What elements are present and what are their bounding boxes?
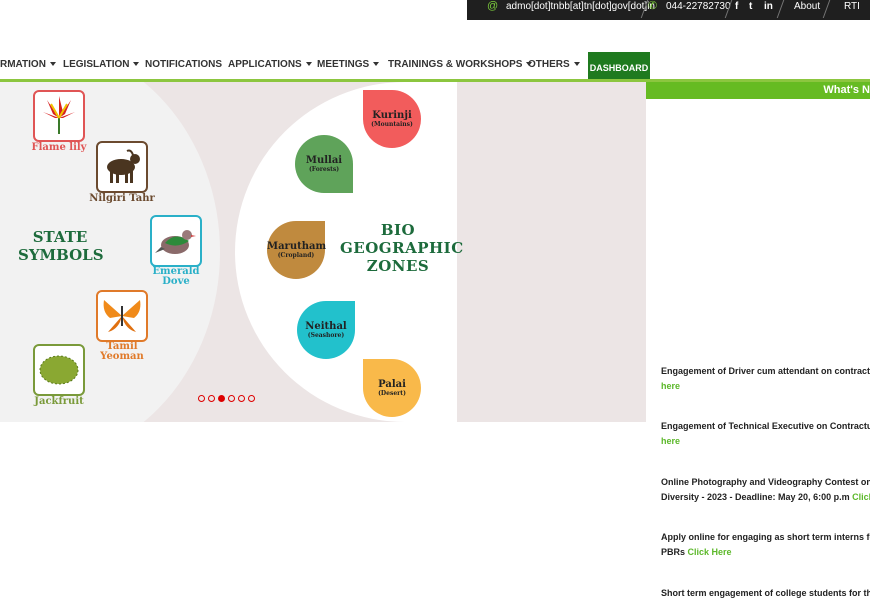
symbol-label: Jackfruit xyxy=(34,396,84,407)
twitter-icon[interactable]: t xyxy=(749,0,752,20)
news-item[interactable]: Engagement of Technical Executive on Con… xyxy=(661,419,870,449)
zone-name: Marutham xyxy=(267,241,327,252)
news-link[interactable]: Click Here xyxy=(688,547,732,557)
nav-trainings-workshops[interactable]: TRAININGS & WORKSHOPS xyxy=(388,59,533,70)
at-icon: @ xyxy=(487,0,499,12)
bio-geographic-zones-title: BIO GEOGRAPHIC ZONES xyxy=(340,221,464,275)
whats-new-header: What's N xyxy=(646,82,870,99)
news-link[interactable]: here xyxy=(661,381,680,391)
zone-name: Mullai xyxy=(305,155,343,166)
phone-icon: ✆ xyxy=(648,0,658,12)
facebook-icon[interactable]: f xyxy=(735,0,738,20)
slider-dot-6[interactable] xyxy=(248,395,255,402)
divider xyxy=(776,0,785,18)
zone-name: Palai xyxy=(378,379,406,390)
zone-name: Neithal xyxy=(305,321,347,332)
zone-sub: (Forests) xyxy=(308,166,340,173)
symbol-tamil-yeoman: Tamil Yeoman xyxy=(92,290,152,362)
zone-name: Kurinji xyxy=(372,110,412,121)
slider-dot-5[interactable] xyxy=(238,395,245,402)
about-link[interactable]: About xyxy=(794,0,820,20)
nav-legislation[interactable]: LEGISLATION xyxy=(63,59,140,70)
zone-neithal: Neithal (Seashore) xyxy=(297,301,355,359)
news-text: Apply online for engaging as short term … xyxy=(661,532,870,542)
slider-dot-4[interactable] xyxy=(228,395,235,402)
rti-link[interactable]: RTI xyxy=(844,0,860,20)
top-contact-bar: @ admo[dot]tnbb[at]tn[dot]gov[dot]in ✆ 0… xyxy=(467,0,870,20)
hero-slider[interactable]: STATE SYMBOLS Flame lily Nilgiri Tahr Em… xyxy=(0,82,646,422)
caret-down-icon xyxy=(133,62,140,67)
nav-meetings[interactable]: MEETINGS xyxy=(317,59,380,70)
slider-dot-2[interactable] xyxy=(208,395,215,402)
caret-down-icon xyxy=(49,62,56,67)
news-item[interactable]: Short term engagement of college student… xyxy=(661,586,870,601)
symbol-jackfruit: Jackfruit xyxy=(26,344,92,407)
news-text: Engagement of Technical Executive on Con… xyxy=(661,421,870,431)
contact-email[interactable]: admo[dot]tnbb[at]tn[dot]gov[dot]in xyxy=(506,0,655,20)
news-link[interactable]: here xyxy=(661,436,680,446)
zone-sub: (Desert) xyxy=(378,390,406,397)
slider-dots xyxy=(198,389,258,407)
tamil-yeoman-image xyxy=(96,290,148,342)
zone-sub: (Cropland) xyxy=(277,252,315,259)
caret-down-icon xyxy=(373,62,380,67)
nav-applications[interactable]: APPLICATIONS xyxy=(228,59,312,70)
divider xyxy=(822,0,831,18)
zone-mullai: Mullai (Forests) xyxy=(295,135,353,193)
emerald-dove-image xyxy=(150,215,202,267)
news-text: PBRs xyxy=(661,547,688,557)
news-text: Short term engagement of college student… xyxy=(661,588,870,598)
news-text: Online Photography and Videography Conte… xyxy=(661,477,870,487)
zone-sub: (Mountains) xyxy=(371,121,413,128)
symbol-nilgiri-tahr: Nilgiri Tahr xyxy=(89,141,155,204)
main-nav: RMATION LEGISLATION NOTIFICATIONS APPLIC… xyxy=(0,20,870,85)
zone-marutham: Marutham (Cropland) xyxy=(267,221,327,279)
caret-down-icon xyxy=(573,62,580,67)
slider-dot-3[interactable] xyxy=(218,395,225,402)
nav-notifications[interactable]: NOTIFICATIONS xyxy=(145,59,222,70)
nav-others[interactable]: OTHERS xyxy=(528,59,580,70)
zone-palai: Palai (Desert) xyxy=(363,359,421,417)
slider-dot-1[interactable] xyxy=(198,395,205,402)
nilgiri-tahr-image xyxy=(96,141,148,193)
news-link[interactable]: Click xyxy=(852,492,870,502)
zone-sub: (Seashore) xyxy=(307,332,345,339)
symbol-label: Emerald Dove xyxy=(152,266,200,287)
news-item[interactable]: Online Photography and Videography Conte… xyxy=(661,475,870,505)
news-item[interactable]: Engagement of Driver cum attendant on co… xyxy=(661,364,870,394)
state-symbols-title: STATE SYMBOLS xyxy=(18,228,104,264)
news-item[interactable]: Apply online for engaging as short term … xyxy=(661,530,870,560)
symbol-emerald-dove: Emerald Dove xyxy=(146,215,206,287)
nav-information[interactable]: RMATION xyxy=(0,59,56,70)
news-text: Diversity - 2023 - Deadline: May 20, 6:0… xyxy=(661,492,853,502)
news-text: Engagement of Driver cum attendant on co… xyxy=(661,366,870,376)
symbol-label: Tamil Yeoman xyxy=(100,341,144,362)
symbol-label: Nilgiri Tahr xyxy=(89,193,155,204)
flame-lily-image xyxy=(33,90,85,142)
caret-down-icon xyxy=(305,62,312,67)
symbol-label: Flame lily xyxy=(31,142,87,153)
jackfruit-image xyxy=(33,344,85,396)
symbol-flame-lily: Flame lily xyxy=(26,90,92,153)
contact-phone[interactable]: 044-22782730 xyxy=(666,0,731,20)
linkedin-icon[interactable]: in xyxy=(764,0,773,20)
zone-kurinji: Kurinji (Mountains) xyxy=(363,90,421,148)
